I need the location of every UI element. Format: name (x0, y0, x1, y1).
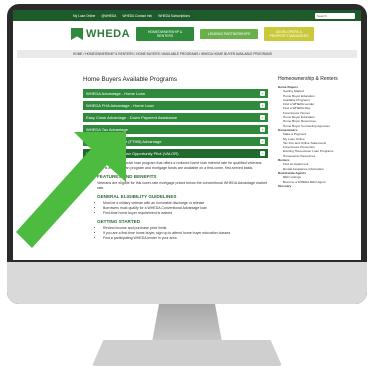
sidebar-title: Homeownership & Renters (278, 76, 338, 82)
nav-developers[interactable]: DEVELOPERS & PROPERTY MANAGERS (264, 27, 315, 41)
logo[interactable]: WHEDA (71, 28, 130, 40)
page-title: Home Buyers Available Programs (83, 76, 178, 83)
utility-link-contact[interactable]: WHEDA Contact Info (122, 14, 152, 18)
logo-text: WHEDA (86, 28, 131, 40)
nav-lending[interactable]: LENDING PARTNERSHIPS (200, 29, 259, 39)
expand-icon[interactable]: + (260, 103, 265, 108)
accordion-item[interactable]: Easy Close Advantage - Down Payment Assi… (83, 113, 268, 122)
expand-icon[interactable]: + (260, 115, 265, 120)
accordion-label: WHEDA FHA Advantage - Home Loan (86, 103, 154, 108)
accordion-label: Easy Close Advantage - Down Payment Assi… (86, 115, 178, 120)
logo-mark-icon (71, 28, 83, 40)
sidebar: Homeownership & Renters Home Buyers Getti… (278, 68, 340, 241)
accordion-item[interactable]: WHEDA FHA Advantage - Home Loan + (83, 101, 268, 110)
accordion-item[interactable]: WHEDA Advantage - Home Loan + (83, 89, 268, 98)
monitor-stand (152, 304, 222, 342)
monitor-chin (7, 262, 367, 304)
accordion-label: WHEDA Advantage - Home Loan (86, 91, 145, 96)
utility-link-subscriptions[interactable]: WHEDA Subscriptions (158, 14, 190, 18)
nav-homeownership[interactable]: HOMEOWNERSHIP & RENTERS (136, 27, 195, 41)
utility-link-twitter[interactable]: @WHEDA (101, 14, 116, 18)
utility-bar: My Loan Online @WHEDA WHEDA Contact Info… (13, 10, 361, 21)
breadcrumb[interactable]: HOME / HOMEOWNERSHIP & RENTERS / HOME BU… (17, 50, 357, 58)
utility-link-my-loan[interactable]: My Loan Online (73, 14, 95, 18)
monitor-base (92, 340, 282, 366)
expand-icon[interactable]: + (260, 127, 265, 132)
expand-icon[interactable]: + (260, 91, 265, 96)
site-header: WHEDA HOMEOWNERSHIP & RENTERS LENDING PA… (13, 21, 361, 47)
sidebar-item[interactable]: Glossary (278, 184, 340, 188)
collapse-icon[interactable]: − (260, 151, 265, 156)
search-input[interactable]: Search (315, 12, 355, 19)
expand-icon[interactable]: + (260, 139, 265, 144)
sidebar-list: Home Buyers Getting Started Home Buyer Edu… (278, 85, 340, 188)
pointer-arrow-icon (16, 132, 126, 248)
